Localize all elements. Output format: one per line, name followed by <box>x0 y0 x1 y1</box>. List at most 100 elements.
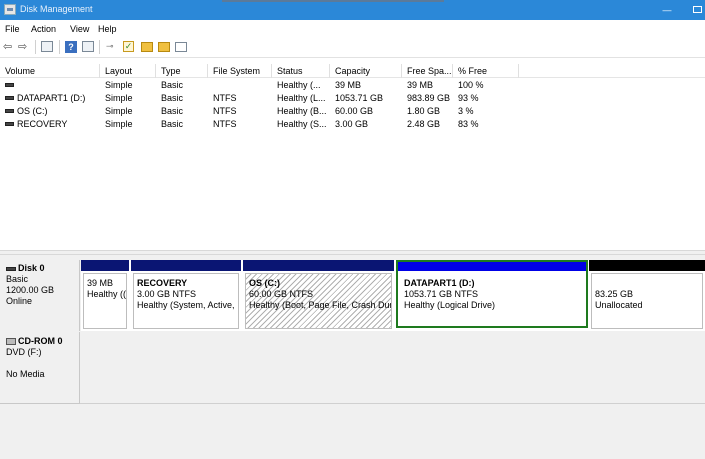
table-row[interactable]: OS (C:) Simple Basic NTFS Healthy (B... … <box>0 105 520 118</box>
capacity-cell: 60.00 GB <box>335 106 374 116</box>
disk-management-icon <box>4 4 16 15</box>
selected-partition-frame <box>396 260 588 328</box>
volume-cell <box>0 79 100 92</box>
toolbar: ⇦ ⇨ ? ⊸ ✓ <box>0 37 705 58</box>
partition-recovery[interactable]: RECOVERY 3.00 GB NTFS Healthy (System, A… <box>131 260 241 331</box>
column-free-space[interactable]: Free Spa... <box>402 64 453 78</box>
capacity-cell: 1053.71 GB <box>335 93 384 103</box>
cdrom-0-label[interactable]: CD-ROM 0 DVD (F:) No Media <box>0 332 80 403</box>
column-file-system[interactable]: File System <box>208 64 272 78</box>
type-cell: Basic <box>161 119 184 129</box>
toolbar-separator <box>35 40 36 54</box>
pct-free-cell: 93 % <box>458 93 479 103</box>
help-icon[interactable]: ? <box>65 41 77 53</box>
free-cell: 39 MB <box>407 80 434 90</box>
cdrom-divider <box>80 403 705 404</box>
label-divider <box>0 403 80 404</box>
action-pane-icon[interactable] <box>82 41 94 52</box>
checklist-icon[interactable]: ✓ <box>123 41 134 52</box>
volume-icon <box>5 109 14 114</box>
title-bar: Disk Management — <box>0 0 705 20</box>
menu-bar: File Action View Help <box>0 20 705 37</box>
partition-bar <box>131 260 241 271</box>
layout-cell: Simple <box>105 93 133 103</box>
forward-arrow-icon[interactable]: ⇨ <box>18 41 27 53</box>
status-cell: Healthy (B... <box>277 106 327 116</box>
show-hide-console-tree-icon[interactable] <box>41 41 53 52</box>
disk-0-label[interactable]: Disk 0 Basic 1200.00 GB Online <box>0 260 80 331</box>
capacity-cell: 3.00 GB <box>335 119 369 129</box>
pct-free-cell: 3 % <box>458 106 474 116</box>
status-cell: Healthy (L... <box>277 93 326 103</box>
partition-bar <box>81 260 129 271</box>
volume-list-header: Volume Layout Type File System Status Ca… <box>0 64 705 78</box>
menu-file[interactable]: File <box>5 24 20 34</box>
status-cell: Healthy (S... <box>277 119 327 129</box>
column-status[interactable]: Status <box>272 64 330 78</box>
search-folder-icon[interactable] <box>158 42 170 52</box>
type-cell: Basic <box>161 80 184 90</box>
volume-cell: DATAPART1 (D:) <box>0 92 100 105</box>
disk-0-partitions: 39 MB Healthy (( RECOVERY 3.00 GB NTFS H… <box>81 260 705 331</box>
minimize-button[interactable]: — <box>660 5 674 15</box>
layout-cell: Simple <box>105 80 133 90</box>
disk-icon <box>6 266 16 271</box>
menu-action[interactable]: Action <box>31 24 56 34</box>
layout-cell: Simple <box>105 106 133 116</box>
fs-cell: NTFS <box>213 93 237 103</box>
free-cell: 2.48 GB <box>407 119 441 129</box>
capacity-cell: 39 MB <box>335 80 362 90</box>
pct-free-cell: 83 % <box>458 119 479 129</box>
disk-0-type: Basic <box>6 274 29 284</box>
cd-drive-icon <box>6 338 16 346</box>
disk-pane: Disk 0 Basic 1200.00 GB Online 39 MB Hea… <box>0 255 705 459</box>
column-layout[interactable]: Layout <box>100 64 156 78</box>
maximize-button[interactable] <box>693 6 702 13</box>
partition-os[interactable]: OS (C:) 60.00 GB NTFS Healthy (Boot, Pag… <box>243 260 394 331</box>
volume-cell: RECOVERY <box>0 118 100 131</box>
column-volume[interactable]: Volume <box>0 64 100 78</box>
disk-0-state: Online <box>6 296 33 306</box>
toolbar-separator <box>99 40 100 54</box>
partition-body: 39 MB Healthy (( <box>83 273 127 329</box>
table-row[interactable]: DATAPART1 (D:) Simple Basic NTFS Healthy… <box>0 92 520 105</box>
free-cell: 1.80 GB <box>407 106 441 116</box>
volume-icon <box>5 83 14 88</box>
volume-cell: OS (C:) <box>0 105 100 118</box>
partition-body: OS (C:) 60.00 GB NTFS Healthy (Boot, Pag… <box>245 273 392 329</box>
open-folder-icon[interactable] <box>141 42 153 52</box>
free-cell: 983.89 GB <box>407 93 451 103</box>
menu-help[interactable]: Help <box>98 24 117 34</box>
pct-free-cell: 100 % <box>458 80 484 90</box>
table-row[interactable]: Simple Basic Healthy (... 39 MB 39 MB 10… <box>0 79 520 92</box>
cdrom-0-media: No Media <box>6 369 45 379</box>
volume-icon <box>5 96 14 101</box>
partition-body: 83.25 GB Unallocated <box>591 273 703 329</box>
partition-unallocated[interactable]: 83.25 GB Unallocated <box>589 260 705 331</box>
type-cell: Basic <box>161 93 184 103</box>
fs-cell <box>208 79 272 92</box>
menu-view[interactable]: View <box>70 24 89 34</box>
back-arrow-icon[interactable]: ⇦ <box>3 41 12 53</box>
title-strip <box>222 0 444 2</box>
disk-0-title: Disk 0 <box>6 263 79 274</box>
properties-icon[interactable] <box>175 42 187 52</box>
column-capacity[interactable]: Capacity <box>330 64 402 78</box>
toolbar-separator <box>59 40 60 54</box>
table-row[interactable]: RECOVERY Simple Basic NTFS Healthy (S...… <box>0 118 520 131</box>
column-percent-free[interactable]: % Free <box>453 64 519 78</box>
connect-icon[interactable]: ⊸ <box>106 41 114 53</box>
volume-icon <box>5 122 14 127</box>
fs-cell: NTFS <box>213 106 237 116</box>
partition-bar <box>243 260 394 271</box>
cdrom-0-drive: DVD (F:) <box>6 347 42 357</box>
column-type[interactable]: Type <box>156 64 208 78</box>
status-cell: Healthy (... <box>277 80 321 90</box>
disk-0-size: 1200.00 GB <box>6 285 55 295</box>
partition-efi[interactable]: 39 MB Healthy (( <box>81 260 129 331</box>
cdrom-0-title: CD-ROM 0 <box>6 336 79 347</box>
layout-cell: Simple <box>105 119 133 129</box>
fs-cell: NTFS <box>213 119 237 129</box>
window-title: Disk Management <box>20 4 93 14</box>
type-cell: Basic <box>161 106 184 116</box>
